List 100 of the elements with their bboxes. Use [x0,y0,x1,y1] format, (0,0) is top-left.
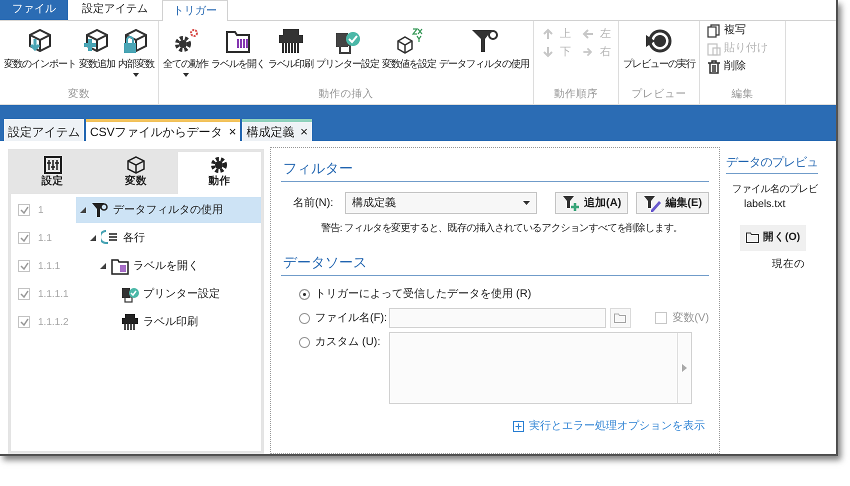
tree-label: ラベル印刷 [143,314,198,330]
ribbon-button[interactable]: 全ての動作 [162,27,209,86]
trash-icon [707,60,721,74]
dropdown-caret-icon [182,73,188,77]
edit-button[interactable]: 複写 [707,23,768,38]
field-label: 名前(N): [293,196,334,211]
dropdown-caret-icon [133,73,139,77]
checkbox[interactable] [18,316,30,328]
radio-label[interactable]: カスタム (U): [299,332,389,352]
filter-add-icon [562,194,580,212]
tree-label: 各行 [123,230,145,246]
edit-button[interactable]: 削除 [707,59,768,74]
options-link[interactable]: 実行とエラー処理オプションを表示 [513,418,705,434]
checkbox[interactable] [655,312,668,324]
folder-label-icon [111,257,129,275]
name-dropdown[interactable]: 構成定義 [344,192,538,214]
ribbon-button[interactable]: データフィルタの使用 [438,27,530,86]
gear-icon [210,156,228,174]
tree-item[interactable]: データフィルタの使用 [76,197,261,223]
ribbon-tab[interactable]: 設定アイテム [72,0,158,20]
cube-add-icon [83,27,111,55]
line-number: 1.1.1.1 [38,288,70,302]
file-tab[interactable]: ファイル [0,0,68,20]
ribbon-button[interactable]: プレビューの実行 [622,27,696,86]
field-label: ファイル名のプレビ [732,182,818,197]
scroll-arrow-icon [682,364,687,372]
group-label: 動作順序 [553,87,599,102]
warning-text: 警告: フィルタを変更すると、既存の挿入されているアクションすべてを削除します。 [321,222,683,236]
tab-label: 設定アイテム [8,124,80,140]
document-tab[interactable]: 設定アイテム [4,119,84,141]
group-label: 編集 [730,87,754,102]
ribbon-button[interactable]: 内部変数 [117,27,155,86]
section-heading: フィルター [281,158,709,182]
checkbox[interactable] [18,260,30,272]
tree-label: プリンター設定 [143,286,220,302]
custom-text-area[interactable] [389,332,692,404]
document-tab[interactable]: CSVファイルからデータ × [86,119,240,141]
filter-button[interactable]: 追加(A) [555,192,628,214]
expander-icon[interactable] [100,262,107,270]
group-label: 変数 [67,87,91,102]
group-label: プレビュー [630,87,688,102]
arrow-up-icon [541,27,555,41]
ribbon-button[interactable]: プリンター設定 [315,27,380,86]
cube-lock-icon [122,27,150,55]
open-button[interactable]: 開く(O) [740,224,806,251]
radio-text: カスタム (U): [315,334,380,350]
tree-item[interactable]: ラベル印刷 [76,309,261,335]
file-name-text: labels.txt [744,197,786,212]
tree-label: データフィルタの使用 [113,202,223,218]
copy-icon [707,24,721,38]
loop-list-icon [101,229,119,247]
checkbox-label: 変数(V) [672,310,709,326]
folder-icon [746,232,759,244]
printer-check-icon [121,285,139,303]
check-icon [20,206,28,214]
tree-item[interactable]: プリンター設定 [76,281,261,307]
radio-label[interactable]: トリガーによって受信したデータを使用 (R) [299,284,532,304]
filter-icon [470,27,498,55]
close-button[interactable]: × [228,125,236,138]
tab-label: CSVファイルからデータ [90,124,223,140]
radio-text: トリガーによって受信したデータを使用 (R) [315,286,532,302]
side-tab[interactable]: 動作 [178,152,261,194]
ribbon-button[interactable]: ラベル印刷 [267,27,314,86]
cube-import-icon [26,27,54,55]
browse-button[interactable] [610,308,632,328]
checkbox[interactable] [18,288,30,300]
expander-icon[interactable] [90,234,97,242]
section-heading: データソース [281,252,709,276]
filter-button[interactable]: 編集(E) [636,192,709,214]
radio-label[interactable]: ファイル名(F): [299,308,389,328]
ribbon-button[interactable]: 変数追加 [78,27,116,86]
check-icon [20,262,28,270]
tree-item[interactable]: ラベルを開く [76,253,261,279]
checkbox[interactable] [18,204,30,216]
group-label: 動作の挿入 [318,87,374,102]
printer-icon [276,27,304,55]
ribbon-tab[interactable]: トリガー [162,0,228,21]
tree-item[interactable]: 各行 [76,225,261,251]
arrow-right-icon [581,45,595,59]
ribbon-button[interactable]: 変数のインポート [3,27,77,86]
clipboard-icon [707,42,721,56]
document-tab[interactable]: 構成定義 × [242,119,312,141]
line-number: 1.1 [38,232,53,246]
line-number: 1.1.1 [38,260,62,274]
cube-icon [126,156,145,174]
file-name-field[interactable] [389,308,606,328]
check-icon [20,234,28,242]
line-number: 1.1.1.2 [38,316,70,330]
ribbon-button[interactable]: ラベルを開く [210,27,266,86]
sliders-icon [44,156,62,174]
check-icon [20,318,28,326]
preview-run-icon [645,27,673,55]
checkbox[interactable] [18,232,30,244]
expander-icon[interactable] [80,206,87,214]
tab-label: 構成定義 [246,124,294,140]
ribbon-button[interactable]: 変数値を設定 [381,27,437,86]
filter-pencil-icon [643,194,662,212]
close-button[interactable]: × [300,125,308,138]
expand-plus-icon [513,420,524,432]
tree-label: ラベルを開く [133,258,199,274]
